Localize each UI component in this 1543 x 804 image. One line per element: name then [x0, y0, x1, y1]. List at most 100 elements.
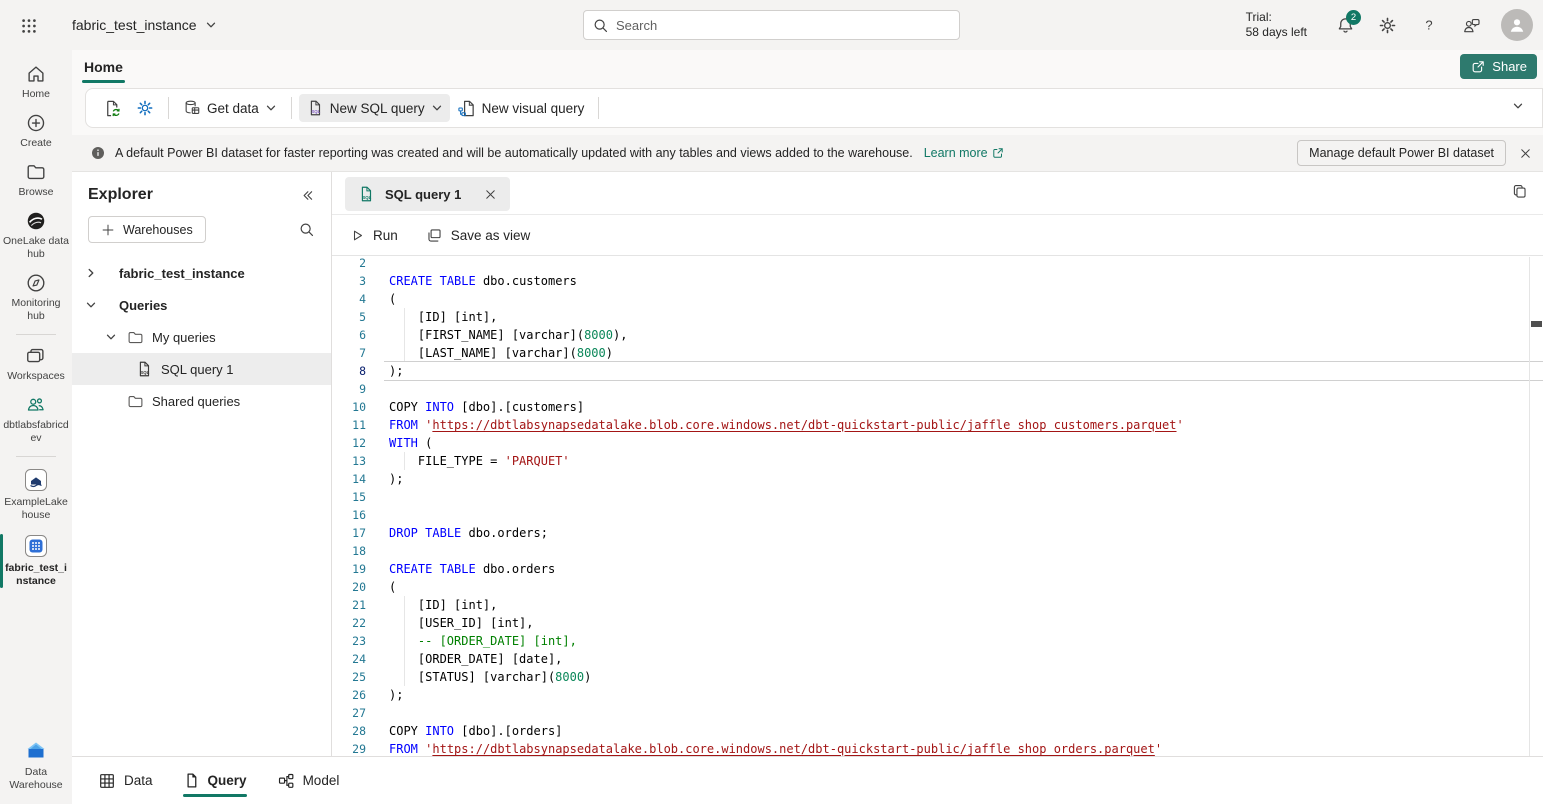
code-line-9[interactable]: 9 [332, 380, 1529, 398]
code-line-27[interactable]: 27 [332, 704, 1529, 722]
add-warehouses-button[interactable]: Warehouses [88, 216, 206, 243]
chevron-down-icon[interactable] [85, 299, 119, 311]
plus-icon [101, 223, 115, 237]
collapse-panel-icon[interactable] [300, 188, 315, 203]
view-tab-data[interactable]: Data [98, 757, 153, 804]
app-launcher-button[interactable] [16, 13, 42, 39]
code-line-2[interactable]: 2 [332, 257, 1529, 272]
code-line-18[interactable]: 18 [332, 542, 1529, 560]
new-sql-query-button[interactable]: SQL New SQL query [299, 94, 450, 122]
manage-default-dataset-button[interactable]: Manage default Power BI dataset [1297, 140, 1506, 166]
notifications-button[interactable]: 2 [1327, 7, 1363, 43]
run-button[interactable]: Run [350, 228, 398, 243]
code-line-12[interactable]: 12WITH ( [332, 434, 1529, 452]
code-line-7[interactable]: 7 [LAST_NAME] [varchar](8000) [332, 344, 1529, 362]
code-line-24[interactable]: 24 [ORDER_DATE] [date], [332, 650, 1529, 668]
refresh-data-button[interactable] [96, 94, 129, 122]
rail-item-examplelakehouse[interactable]: ExampleLakehouse [0, 462, 72, 528]
code-line-6[interactable]: 6 [FIRST_NAME] [varchar](8000), [332, 326, 1529, 344]
code-text: COPY INTO [dbo].[customers] [389, 398, 584, 416]
view-tab-model[interactable]: Model [277, 757, 340, 804]
code-line-5[interactable]: 5 [ID] [int], [332, 308, 1529, 326]
line-number: 15 [332, 488, 366, 506]
rail-item-dbtlabsfabricdev[interactable]: dbtlabsfabricdev [0, 389, 72, 451]
view-tab-query[interactable]: Query [183, 757, 247, 804]
get-data-button[interactable]: Get data [176, 94, 284, 122]
account-avatar[interactable] [1501, 9, 1533, 41]
tree-item-fabric-test-instance[interactable]: fabric_test_instance [72, 257, 331, 289]
rail-item-data-warehouse[interactable]: Data Warehouse [0, 734, 72, 798]
rail-item-workspaces[interactable]: Workspaces [0, 340, 72, 389]
data-grid-icon [98, 772, 116, 790]
code-line-16[interactable]: 16 [332, 506, 1529, 524]
code-line-21[interactable]: 21 [ID] [int], [332, 596, 1529, 614]
scrollbar-cursor-marker[interactable] [1531, 321, 1542, 327]
share-button[interactable]: Share [1460, 54, 1537, 79]
chevron-down-icon[interactable] [105, 331, 127, 343]
code-line-23[interactable]: 23 -- [ORDER_DATE] [int], [332, 632, 1529, 650]
rail-item-create[interactable]: Create [0, 107, 72, 156]
ribbon: Get data SQL New SQL query New visual qu… [85, 88, 1543, 128]
new-visual-query-button[interactable]: New visual query [450, 94, 592, 122]
tree-item-shared-queries[interactable]: Shared queries [72, 385, 331, 417]
notification-badge: 2 [1346, 10, 1361, 25]
rail-item-fabric-test-instance[interactable]: fabric_test_instance [0, 528, 72, 594]
ribbon-collapse-chevron[interactable] [1512, 100, 1524, 112]
code-line-25[interactable]: 25 [STATUS] [varchar](8000) [332, 668, 1529, 686]
code-lines: 23CREATE TABLE dbo.customers4(5 [ID] [in… [332, 257, 1529, 756]
tree-item-sql-query-1[interactable]: SQLSQL query 1 [72, 353, 331, 385]
code-line-4[interactable]: 4( [332, 290, 1529, 308]
code-line-10[interactable]: 10COPY INTO [dbo].[customers] [332, 398, 1529, 416]
copy-icon[interactable] [1511, 183, 1528, 200]
editor-toolbar: Run Save as view [332, 214, 1543, 256]
code-line-8[interactable]: 8); [332, 362, 1529, 380]
rail-divider [16, 334, 56, 335]
explorer-search-icon[interactable] [298, 221, 315, 238]
code-line-11[interactable]: 11FROM 'https://dbtlabsynapsedatalake.bl… [332, 416, 1529, 434]
code-line-13[interactable]: 13 FILE_TYPE = 'PARQUET' [332, 452, 1529, 470]
search-input[interactable] [616, 18, 951, 33]
tree-item-my-queries[interactable]: My queries [72, 321, 331, 353]
feedback-button[interactable] [1453, 7, 1489, 43]
get-data-label: Get data [207, 101, 259, 116]
save-view-icon [426, 227, 443, 244]
warehouse-settings-button[interactable] [129, 94, 161, 122]
rail-item-onelake-data-hub[interactable]: OneLake data hub [0, 205, 72, 267]
line-number: 22 [332, 614, 366, 632]
rail-item-browse[interactable]: Browse [0, 156, 72, 205]
rail-item-home[interactable]: Home [0, 58, 72, 107]
rail-item-monitoring-hub[interactable]: Monitoring hub [0, 267, 72, 329]
code-line-20[interactable]: 20( [332, 578, 1529, 596]
editor-scrollbar[interactable] [1529, 257, 1543, 756]
chevron-right-icon[interactable] [85, 267, 119, 279]
code-line-3[interactable]: 3CREATE TABLE dbo.customers [332, 272, 1529, 290]
tab-home[interactable]: Home [82, 50, 125, 83]
info-banner: A default Power BI dataset for faster re… [72, 135, 1543, 172]
code-line-14[interactable]: 14); [332, 470, 1529, 488]
code-line-26[interactable]: 26); [332, 686, 1529, 704]
tree-item-queries[interactable]: Queries [72, 289, 331, 321]
code-line-28[interactable]: 28COPY INTO [dbo].[orders] [332, 722, 1529, 740]
line-number: 26 [332, 686, 366, 704]
top-bar: fabric_test_instance Trial: 58 days left… [0, 0, 1543, 50]
query-tab[interactable]: SQL SQL query 1 [345, 177, 510, 211]
code-line-22[interactable]: 22 [USER_ID] [int], [332, 614, 1529, 632]
sql-code-editor[interactable]: 23CREATE TABLE dbo.customers4(5 [ID] [in… [332, 257, 1543, 756]
database-icon [183, 99, 201, 117]
sql-doc-green-icon: SQL [357, 185, 375, 203]
banner-close-icon[interactable] [1518, 146, 1533, 161]
save-as-view-button[interactable]: Save as view [426, 227, 531, 244]
code-line-15[interactable]: 15 [332, 488, 1529, 506]
settings-button[interactable] [1369, 7, 1405, 43]
line-number: 14 [332, 470, 366, 488]
learn-more-link[interactable]: Learn more [924, 146, 1005, 160]
tab-close-icon[interactable] [483, 187, 498, 202]
code-line-17[interactable]: 17DROP TABLE dbo.orders; [332, 524, 1529, 542]
share-label: Share [1492, 59, 1527, 74]
line-number: 25 [332, 668, 366, 686]
code-line-19[interactable]: 19CREATE TABLE dbo.orders [332, 560, 1529, 578]
code-line-29[interactable]: 29FROM 'https://dbtlabsynapsedatalake.bl… [332, 740, 1529, 756]
help-button[interactable]: ? [1411, 7, 1447, 43]
left-nav-rail: HomeCreateBrowseOneLake data hubMonitori… [0, 50, 72, 804]
workspace-title-menu[interactable]: fabric_test_instance [72, 0, 217, 50]
